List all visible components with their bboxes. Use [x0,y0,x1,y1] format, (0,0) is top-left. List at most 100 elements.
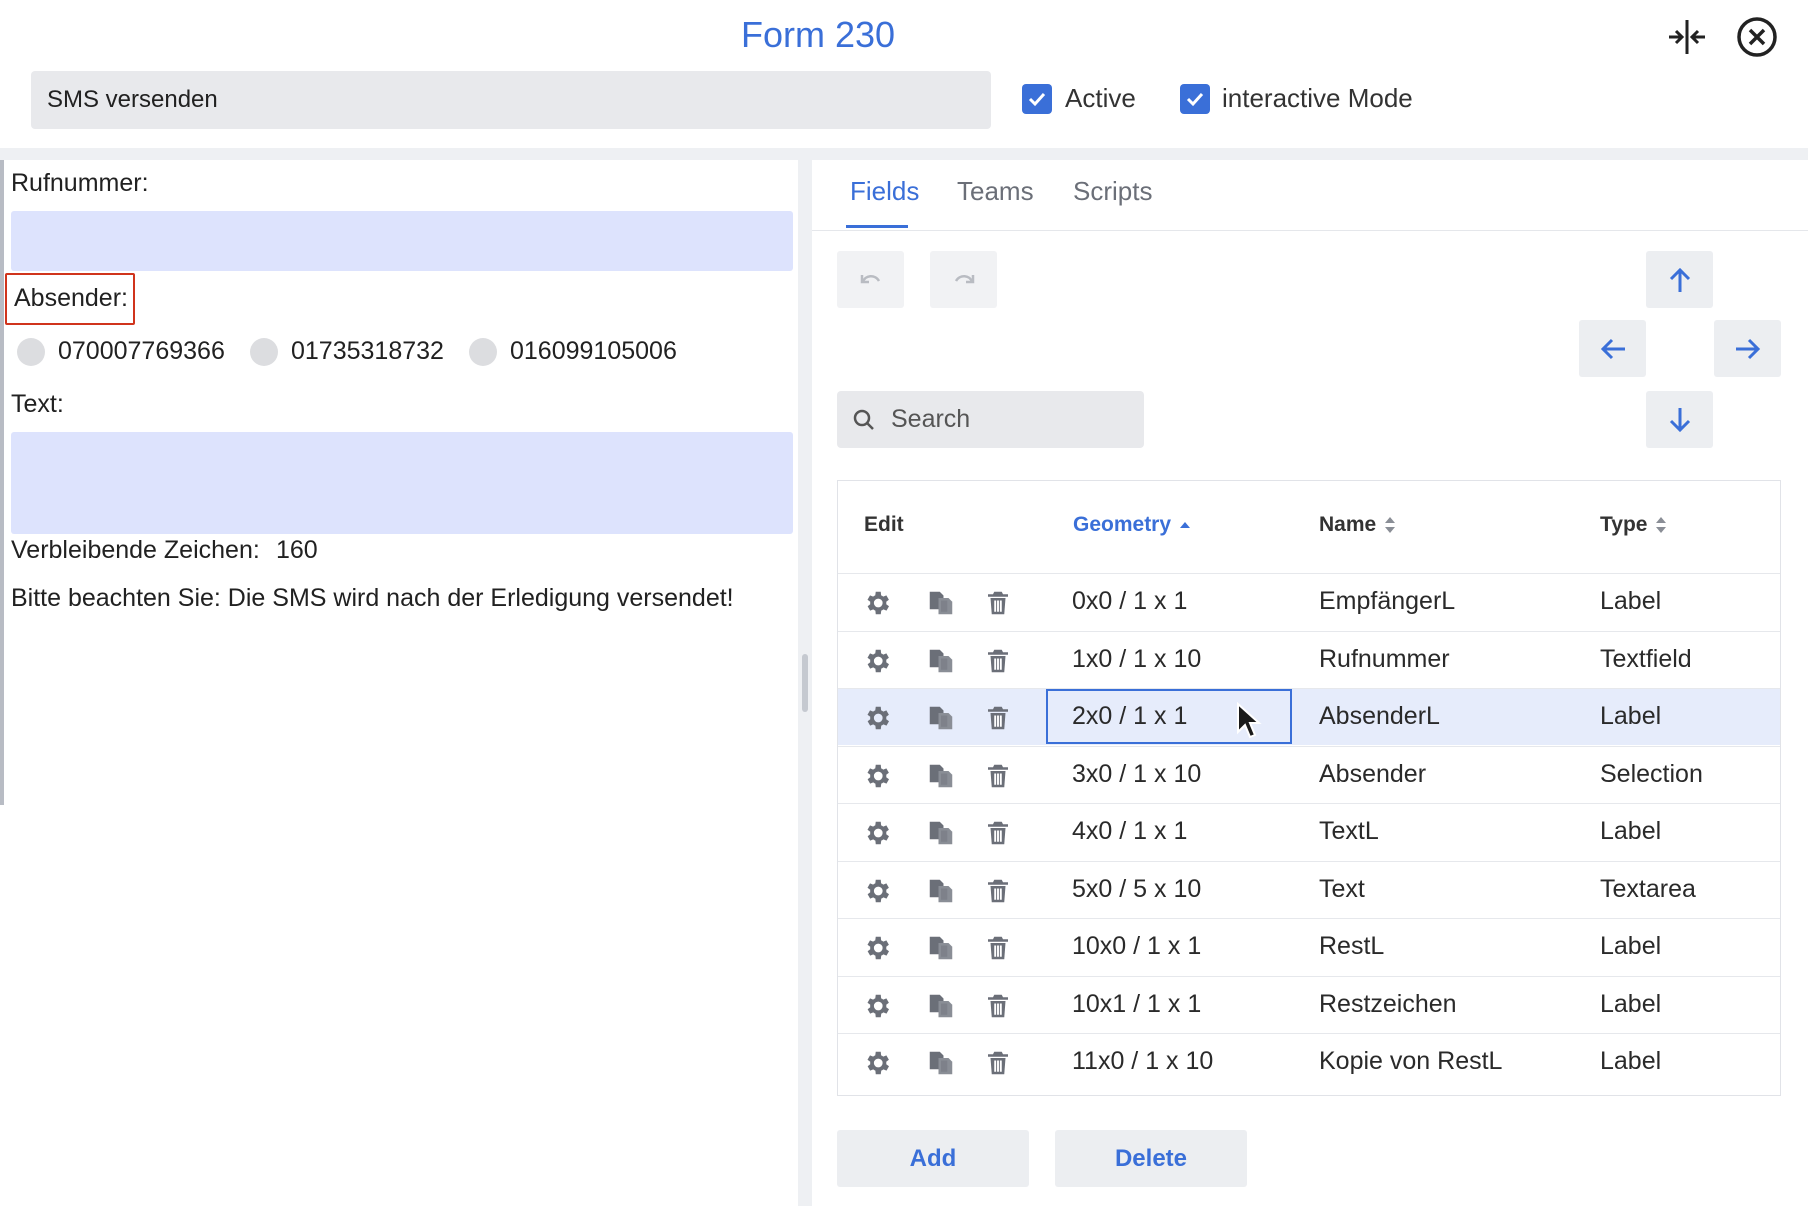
table-row[interactable]: 4x0 / 1 x 1 TextL Label [838,803,1780,860]
split-view-icon[interactable] [1664,14,1710,60]
form-title: Form 230 [740,14,896,55]
gear-icon[interactable] [862,703,892,733]
copy-icon[interactable] [926,761,956,791]
trash-icon[interactable] [983,876,1013,906]
col-header-geometry[interactable]: Geometry [1073,513,1191,537]
search-icon [853,409,874,430]
trash-icon[interactable] [983,1048,1013,1078]
interactive-mode-checkbox[interactable] [1180,84,1210,114]
search-input[interactable] [891,391,1131,448]
trash-icon[interactable] [983,761,1013,791]
gear-icon[interactable] [862,588,892,618]
splitter-handle[interactable] [802,654,808,712]
table-row[interactable]: 5x0 / 5 x 10 Text Textarea [838,860,1780,918]
table-row[interactable]: 3x0 / 1 x 10 Absender Selection [838,745,1780,803]
copy-icon[interactable] [926,646,956,676]
cell-geometry[interactable]: 10x0 / 1 x 1 [1072,932,1201,961]
absender-label: Absender: [14,284,128,312]
absender-option-2: 01735318732 [291,337,444,365]
search-box [837,391,1144,448]
cell-type[interactable]: Label [1600,932,1661,961]
cell-type[interactable]: Label [1600,817,1661,846]
cell-geometry[interactable]: 1x0 / 1 x 10 [1072,645,1201,674]
trash-icon[interactable] [983,646,1013,676]
text-label: Text: [11,390,64,418]
gear-icon[interactable] [862,876,892,906]
cell-geometry[interactable]: 11x0 / 1 x 10 [1072,1047,1213,1076]
form-name-input[interactable] [31,71,991,129]
cell-type[interactable]: Label [1600,990,1661,1019]
table-row[interactable]: 0x0 / 1 x 1 EmpfängerL Label [838,573,1780,630]
add-button[interactable]: Add [837,1130,1029,1187]
undo-button[interactable] [837,251,904,308]
col-header-edit: Edit [864,513,904,536]
col-header-type[interactable]: Type [1600,513,1667,537]
gear-icon[interactable] [862,818,892,848]
tab-fields[interactable]: Fields [850,176,919,207]
move-right-button[interactable] [1714,320,1781,377]
table-row[interactable]: 1x0 / 1 x 10 Rufnummer Textfield [838,630,1780,688]
cell-type[interactable]: Label [1600,702,1661,731]
rufnummer-input[interactable] [11,211,793,271]
copy-icon[interactable] [926,1048,956,1078]
gear-icon[interactable] [862,933,892,963]
cell-type[interactable]: Textarea [1600,875,1696,904]
table-row[interactable]: 11x0 / 1 x 10 Kopie von RestL Label [838,1033,1780,1090]
cell-geometry[interactable]: 0x0 / 1 x 1 [1072,587,1187,616]
trash-icon[interactable] [983,991,1013,1021]
cell-geometry[interactable]: 10x1 / 1 x 1 [1072,990,1201,1019]
table-row[interactable]: 10x0 / 1 x 1 RestL Label [838,918,1780,975]
trash-icon[interactable] [983,588,1013,618]
gear-icon[interactable] [862,991,892,1021]
trash-icon[interactable] [983,703,1013,733]
move-down-button[interactable] [1646,391,1713,448]
cell-name[interactable]: AbsenderL [1319,702,1440,731]
cell-name[interactable]: Text [1319,875,1365,904]
trash-icon[interactable] [983,933,1013,963]
cell-name[interactable]: Restzeichen [1319,990,1457,1019]
gear-icon[interactable] [862,1048,892,1078]
copy-icon[interactable] [926,933,956,963]
cell-geometry[interactable]: 4x0 / 1 x 1 [1072,817,1187,846]
copy-icon[interactable] [926,876,956,906]
active-checkbox[interactable] [1022,84,1052,114]
gear-icon[interactable] [862,646,892,676]
cell-type[interactable]: Label [1600,587,1661,616]
tab-teams[interactable]: Teams [957,176,1034,207]
col-header-name[interactable]: Name [1319,513,1396,537]
cell-geometry[interactable]: 5x0 / 5 x 10 [1072,875,1201,904]
redo-button[interactable] [930,251,997,308]
cell-geometry[interactable]: 2x0 / 1 x 1 [1072,702,1187,731]
cell-geometry[interactable]: 3x0 / 1 x 10 [1072,760,1201,789]
copy-icon[interactable] [926,991,956,1021]
delete-button[interactable]: Delete [1055,1130,1247,1187]
cell-type[interactable]: Label [1600,1047,1661,1076]
cell-type[interactable]: Textfield [1600,645,1692,674]
cell-name[interactable]: Rufnummer [1319,645,1450,674]
close-icon[interactable] [1734,14,1780,60]
sort-icon [1385,517,1396,534]
absender-radio-3[interactable] [469,338,497,366]
table-row[interactable]: 2x0 / 1 x 1 AbsenderL Label [838,688,1780,745]
cell-name[interactable]: Kopie von RestL [1319,1047,1502,1076]
tab-scripts[interactable]: Scripts [1073,176,1152,207]
move-up-button[interactable] [1646,251,1713,308]
copy-icon[interactable] [926,588,956,618]
cell-type[interactable]: Selection [1600,760,1703,789]
cell-name[interactable]: Absender [1319,760,1426,789]
cell-name[interactable]: RestL [1319,932,1384,961]
trash-icon[interactable] [983,818,1013,848]
absender-option-1: 070007769366 [58,337,225,365]
cell-name[interactable]: EmpfängerL [1319,587,1455,616]
text-area[interactable] [11,432,793,534]
move-left-button[interactable] [1579,320,1646,377]
active-tab-indicator [846,225,908,228]
table-row[interactable]: 10x1 / 1 x 1 Restzeichen Label [838,975,1780,1033]
cell-name[interactable]: TextL [1319,817,1379,846]
copy-icon[interactable] [926,703,956,733]
absender-radio-1[interactable] [17,338,45,366]
copy-icon[interactable] [926,818,956,848]
gear-icon[interactable] [862,761,892,791]
absender-radio-2[interactable] [250,338,278,366]
sort-icon [1656,517,1667,534]
